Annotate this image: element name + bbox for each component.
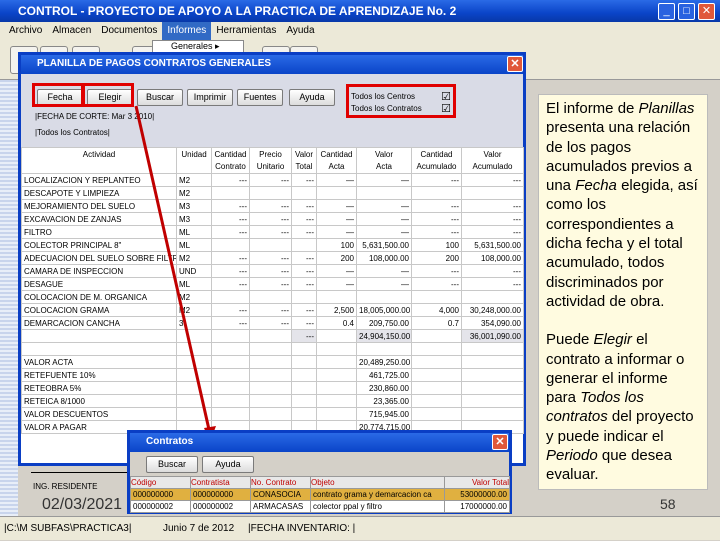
grid-cell[interactable]: contrato grama y demarcacion ca <box>310 488 445 501</box>
grid-cell[interactable]: 000000002 <box>190 500 251 513</box>
contratos-buscar-button[interactable]: Buscar <box>146 456 198 473</box>
contratos-ayuda-button[interactable]: Ayuda <box>202 456 254 473</box>
emphasis: Todos los contratos <box>546 389 644 426</box>
emphasis: Fecha <box>575 177 617 195</box>
emphasis: Periodo <box>546 447 598 465</box>
contratos-dialog: Contratos ✕ Buscar Ayuda Código Contratis… <box>127 430 512 514</box>
grid-cell[interactable]: 000000000 <box>190 488 251 501</box>
emphasis: Elegir <box>593 331 632 349</box>
note-paragraph-2: Puede Elegir el contrato a informar o ge… <box>546 331 694 484</box>
grid-column-header[interactable]: Valor Total <box>444 476 510 489</box>
contratos-title: Contratos <box>130 433 509 452</box>
emphasis: Planillas <box>638 100 695 117</box>
grid-column-header[interactable]: Contratista <box>190 476 251 489</box>
grid-column-header[interactable]: No. Contrato <box>250 476 311 489</box>
explanation-note: El informe de Planillas presenta una rel… <box>538 94 708 490</box>
status-date: Junio 7 de 2012 <box>163 523 235 534</box>
grid-cell[interactable]: colector ppal y filtro <box>310 500 445 513</box>
contratos-close-button[interactable]: ✕ <box>492 434 508 450</box>
status-path: |C:\M SUBFAS\PRACTICA3| <box>4 523 132 534</box>
note-paragraph-1: El informe de Planillas presenta una rel… <box>546 100 698 310</box>
status-bar: |C:\M SUBFAS\PRACTICA3| Junio 7 de 2012 … <box>0 516 720 540</box>
grid-row[interactable]: 000000000 000000000 CONASOCIA contrato gram… <box>130 488 510 501</box>
grid-cell[interactable]: 000000002 <box>130 500 191 513</box>
grid-row[interactable]: 000000002 000000002 ARMACASAS colector ppal… <box>130 500 510 513</box>
grid-cell[interactable]: ARMACASAS <box>250 500 311 513</box>
arrow-line <box>134 105 212 435</box>
grid-cell[interactable]: 17000000.00 <box>444 500 510 513</box>
grid-column-header[interactable]: Código <box>130 476 191 489</box>
grid-cell[interactable]: 000000000 <box>130 488 191 501</box>
grid-cell[interactable]: CONASOCIA <box>250 488 311 501</box>
status-inventario: |FECHA INVENTARIO: | <box>248 523 356 534</box>
grid-header-row: Código Contratista No. Contrato Objeto Valor… <box>130 476 510 489</box>
slide-page-number: 58 <box>660 496 676 512</box>
grid-column-header[interactable]: Objeto <box>310 476 445 489</box>
slide-date: 02/03/2021 <box>42 496 123 513</box>
grid-cell[interactable]: 53000000.00 <box>444 488 510 501</box>
contratos-grid: Código Contratista No. Contrato Objeto Valor… <box>130 476 510 513</box>
